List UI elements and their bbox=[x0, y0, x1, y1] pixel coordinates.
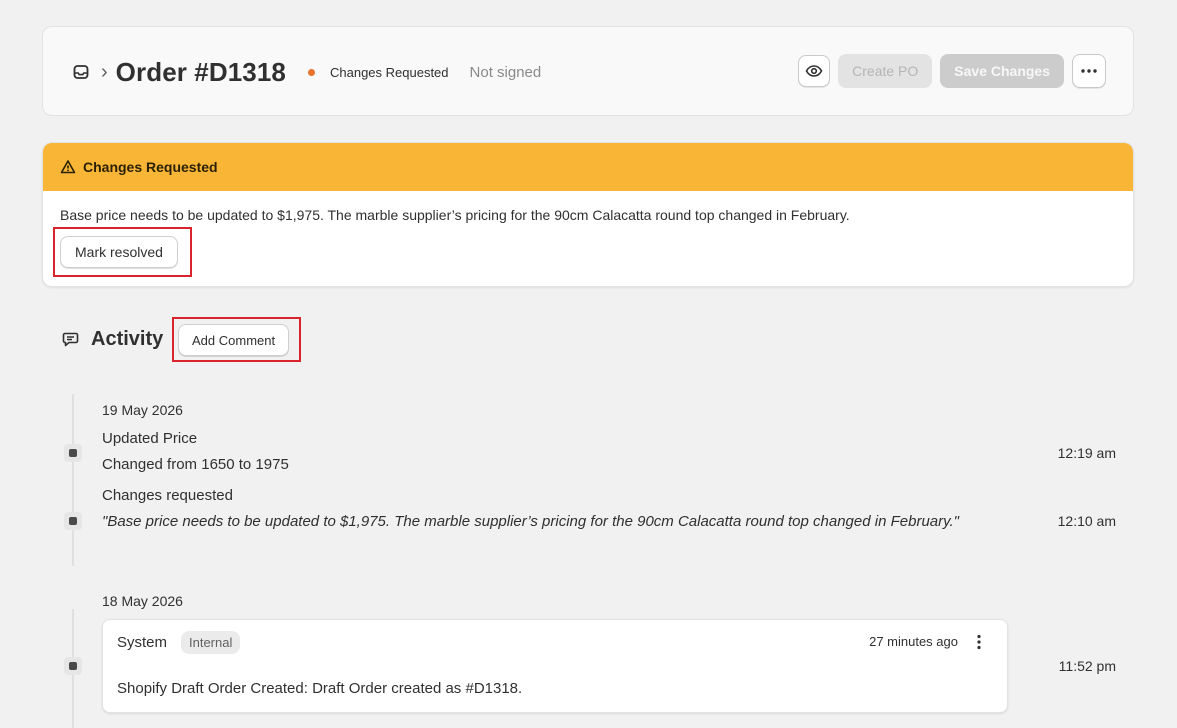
activity-title: Activity bbox=[91, 327, 164, 350]
event-quote: "Base price needs to be updated to $1,97… bbox=[102, 513, 959, 530]
preview-button[interactable] bbox=[798, 55, 831, 87]
banner-title: Changes Requested bbox=[83, 159, 218, 175]
comment-body: Shopify Draft Order Created: Draft Order… bbox=[117, 680, 523, 697]
comment-timestamp: 27 minutes ago bbox=[869, 634, 958, 649]
activity-header: Activity bbox=[62, 322, 163, 356]
event-time: 11:52 pm bbox=[1058, 658, 1116, 674]
inbox-icon[interactable] bbox=[73, 64, 89, 80]
event-title: Updated Price bbox=[102, 430, 198, 447]
status-dot bbox=[307, 68, 315, 76]
breadcrumb-separator: › bbox=[101, 61, 108, 83]
page-title: Order #D1318 bbox=[115, 56, 286, 87]
banner-message: Base price needs to be updated to $1,975… bbox=[60, 207, 850, 223]
event-time: 12:10 am bbox=[1057, 513, 1116, 529]
comment-icon bbox=[62, 331, 79, 348]
save-changes-button[interactable]: Save Changes bbox=[940, 54, 1064, 88]
more-horizontal-icon bbox=[1081, 69, 1097, 73]
timeline-dot bbox=[64, 657, 82, 675]
signature-status: Not signed bbox=[469, 63, 542, 81]
event-detail: Changed from 1650 to 1975 bbox=[102, 456, 289, 473]
create-po-button[interactable]: Create PO bbox=[838, 54, 933, 88]
event-title: Changes requested bbox=[102, 487, 233, 504]
comment-author: System bbox=[117, 634, 168, 651]
comment-card: System Internal 27 minutes ago Shopify D… bbox=[102, 619, 1008, 713]
warning-triangle-icon bbox=[60, 159, 76, 175]
timeline-date: 19 May 2026 bbox=[102, 402, 183, 418]
order-header: › Order #D1318 Changes Requested Not sig… bbox=[42, 26, 1134, 116]
highlight-add-comment bbox=[172, 317, 301, 362]
event-time: 12:19 am bbox=[1057, 445, 1116, 461]
timeline-dot bbox=[64, 512, 82, 530]
timeline-date: 18 May 2026 bbox=[102, 593, 183, 609]
more-actions-button[interactable] bbox=[1072, 54, 1106, 88]
eye-icon bbox=[805, 62, 823, 80]
kebab-menu-icon[interactable] bbox=[969, 632, 989, 652]
internal-badge: Internal bbox=[181, 631, 241, 654]
status-badge: Changes Requested bbox=[329, 64, 449, 80]
timeline-dot bbox=[64, 444, 82, 462]
highlight-mark-resolved bbox=[53, 227, 192, 277]
timeline-line bbox=[72, 394, 74, 566]
changes-requested-banner: Changes Requested Base price needs to be… bbox=[42, 142, 1134, 287]
